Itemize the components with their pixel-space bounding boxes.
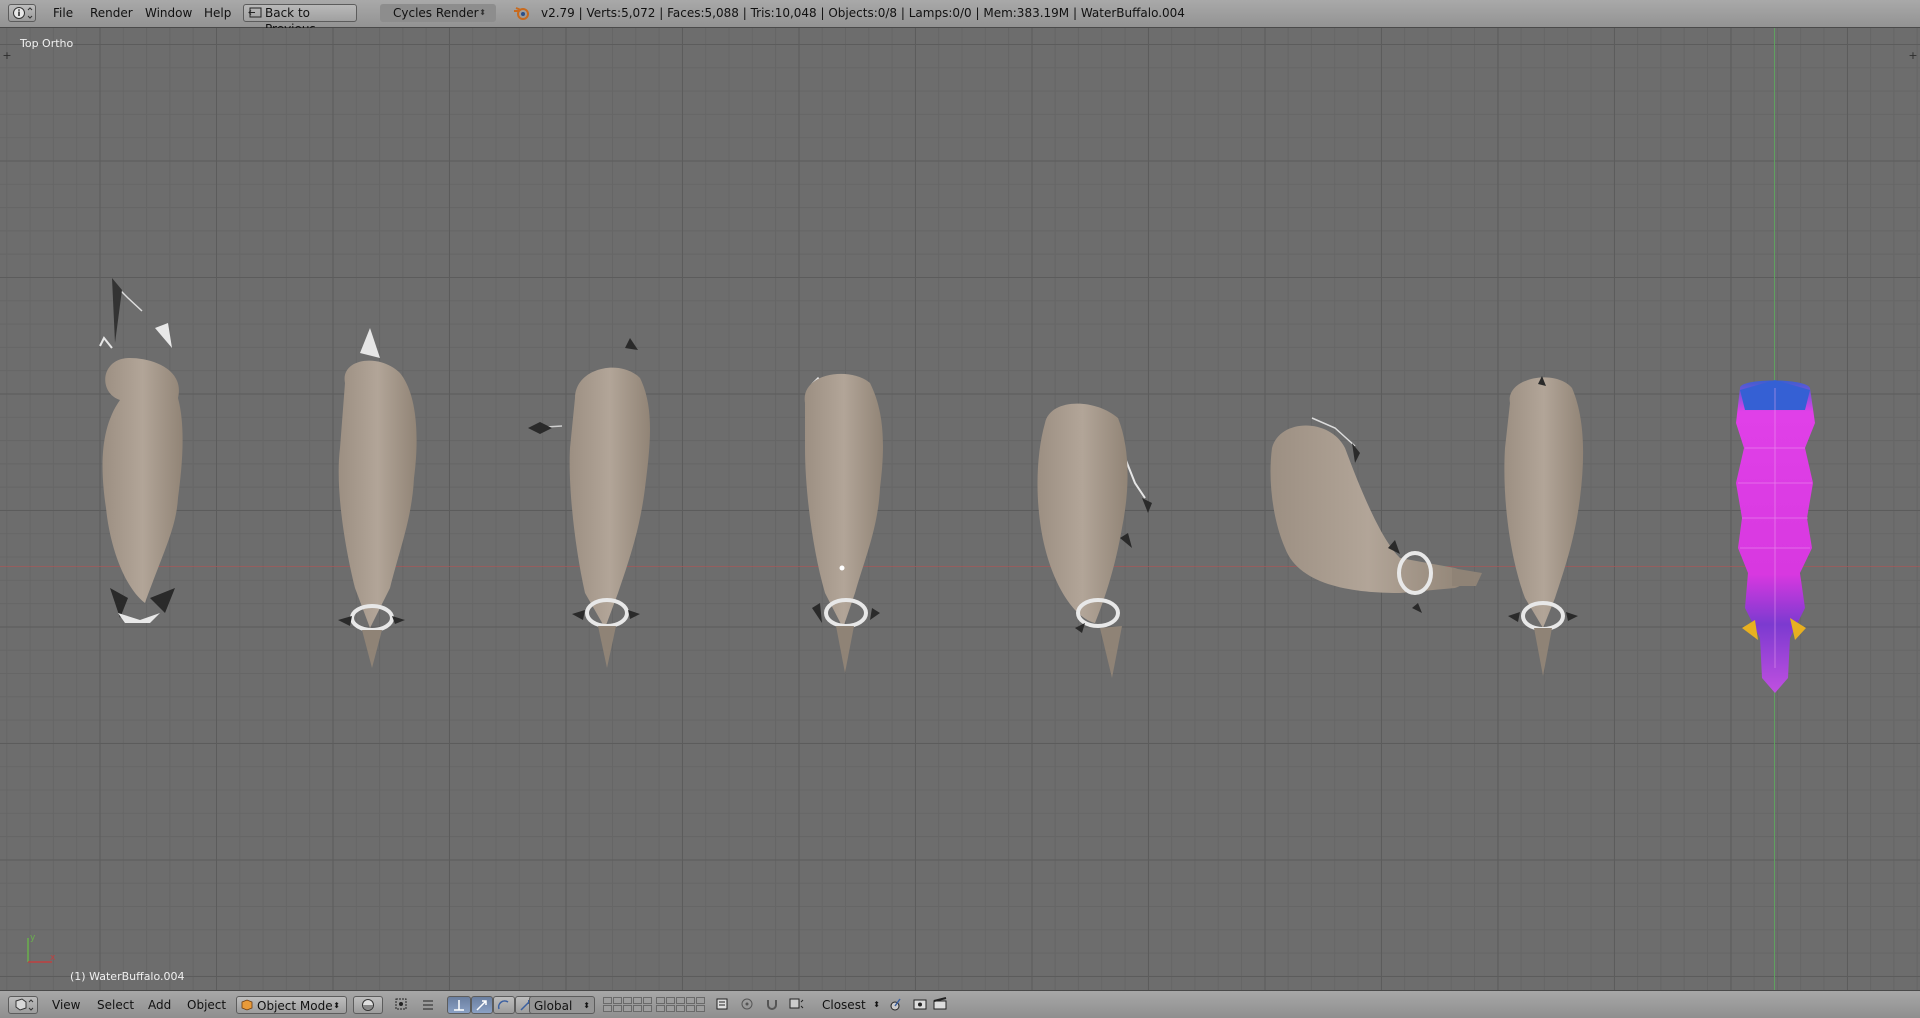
water-buffalo-model-1[interactable] [99,278,183,623]
translate-icon [454,1000,464,1011]
transform-orientation-select[interactable]: Global ⬍ [529,996,595,1014]
3d-viewport[interactable]: Top Ortho + + y x (1) WaterBuffalo.004 [0,28,1920,990]
3d-view-icon [15,998,34,1011]
snap-element-button[interactable] [786,996,806,1014]
layer-buttons-group-2[interactable] [656,997,705,1012]
scene-models [99,278,1815,693]
pivot-point-button[interactable] [392,996,412,1014]
snap-target-arrows-icon: ⬍ [873,1000,880,1009]
menu-file[interactable]: File [51,5,75,22]
scene-statistics: v2.79 | Verts:5,072 | Faces:5,088 | Tris… [541,6,1185,20]
cube-icon [241,999,253,1011]
updown-arrows-icon: ⬍ [479,8,486,17]
axis-gizmo: y x [27,933,56,963]
viewport-shading-button[interactable] [353,996,383,1014]
render-engine-value: Cycles Render [393,6,479,20]
menu-view[interactable]: View [52,996,80,1014]
clapper-icon [933,997,947,1010]
rotate-manipulator-button[interactable] [493,996,515,1014]
snap-toggle-button[interactable] [762,996,782,1014]
layer-buttons-group-1[interactable] [603,997,652,1012]
screen-back-icon [248,7,262,18]
opengl-render-button[interactable] [910,996,930,1014]
render-icon [913,999,927,1010]
orientation-value: Global [534,999,573,1013]
menu-help[interactable]: Help [202,5,233,22]
blender-logo-icon [514,7,529,20]
align-icon [890,998,901,1011]
menu-window[interactable]: Window [143,5,194,22]
orientation-arrows-icon: ⬍ [583,1001,590,1010]
sphere-shading-icon [362,999,374,1011]
menu-add[interactable]: Add [148,996,171,1014]
snap-target-value: Closest [822,998,866,1012]
svg-text:x: x [50,953,56,963]
snap-element-icon [789,998,804,1009]
back-to-previous-button[interactable]: Back to Previous [243,4,357,36]
mode-value: Object Mode [257,999,333,1013]
editor-type-button-3d[interactable] [8,996,38,1014]
render-engine-select[interactable]: Cycles Render ⬍ [380,4,496,22]
translate-arrow-button[interactable] [471,996,493,1014]
active-object-label: (1) WaterBuffalo.004 [70,970,185,983]
snap-target-select[interactable]: Closest ⬍ [822,996,882,1014]
mode-arrows-icon: ⬍ [333,1001,340,1010]
water-buffalo-model-5[interactable] [1037,403,1153,678]
align-rotation-button[interactable] [885,996,905,1014]
magnet-icon [767,1000,777,1010]
editor-type-button[interactable] [8,4,36,22]
mode-select[interactable]: Object Mode ⬍ [236,996,347,1014]
water-buffalo-model-6[interactable] [1270,417,1482,613]
water-buffalo-model-3[interactable] [528,338,650,668]
svg-text:y: y [30,933,36,943]
proportional-icon [741,998,753,1010]
info-icon [13,7,33,19]
lock-layers-button[interactable] [712,996,732,1014]
rotate-icon [497,1000,509,1010]
translate-arrow-icon [476,1000,487,1011]
water-buffalo-model-7[interactable] [1504,376,1584,676]
manipulator-toggle[interactable] [418,996,438,1014]
manipulator-icon [423,1000,433,1010]
menu-render[interactable]: Render [88,5,135,22]
lock-camera-icon [716,998,728,1010]
proportional-edit-button[interactable] [737,996,757,1014]
opengl-animation-button[interactable] [930,996,950,1014]
water-buffalo-weight-paint-model[interactable] [1736,380,1815,693]
water-buffalo-model-4[interactable] [804,373,883,673]
3d-view-header: View Select Add Object Object Mode ⬍ Glo… [0,990,1920,1018]
info-header: File Render Window Help Back to Previous… [0,0,1920,36]
pivot-icon [395,998,407,1010]
menu-object[interactable]: Object [187,996,226,1014]
water-buffalo-model-2[interactable] [338,328,417,668]
menu-select[interactable]: Select [97,996,134,1014]
translate-manipulator-button[interactable] [447,996,471,1014]
